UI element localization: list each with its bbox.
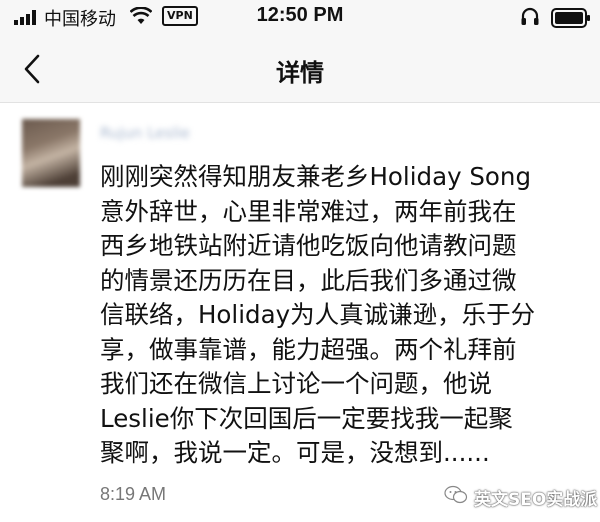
avatar[interactable]	[22, 119, 80, 187]
battery-icon	[551, 8, 590, 28]
post-line: 的情景还历历在目，此后我们多通过微	[100, 265, 517, 295]
post-line: Leslie你下次回国后一定要找我一起聚	[100, 403, 513, 433]
status-bar: 中国移动 VPN 12:50 PM	[0, 0, 600, 36]
post-line: 刚刚突然得知朋友兼老乡Holiday Song	[100, 162, 531, 191]
post-line: 我们还在微信上讨论一个问题，他说	[100, 369, 492, 398]
post-line: 享，做事靠谱，能力超强。两个礼拜前	[100, 334, 517, 364]
page-title: 详情	[276, 59, 324, 87]
clock: 12:50 PM	[256, 4, 344, 26]
post-timestamp: 8:19 AM	[100, 484, 167, 504]
watermark: 英文SEO实战派	[444, 484, 598, 510]
post-line: 西乡地铁站附近请他吃饭向他请教问题	[100, 231, 517, 260]
post-line: 信联络，Holiday为人真诚谦逊，乐于分	[100, 300, 536, 329]
post-line: 聚啊，我说一定。可是，没想到......	[100, 438, 490, 467]
headphones-icon	[521, 7, 539, 25]
author-name[interactable]: Rujun Leslie	[100, 124, 260, 142]
nav-divider	[0, 102, 600, 103]
post-line: 意外辞世，心里非常难过，两年前我在	[100, 196, 517, 226]
post-body: 刚刚突然得知朋友兼老乡Holiday Song 意外辞世，心里非常难过，两年前我…	[100, 160, 590, 471]
wechat-icon	[444, 485, 468, 504]
watermark-text: 英文SEO实战派	[474, 490, 598, 510]
navigation-bar: 详情	[0, 36, 600, 102]
